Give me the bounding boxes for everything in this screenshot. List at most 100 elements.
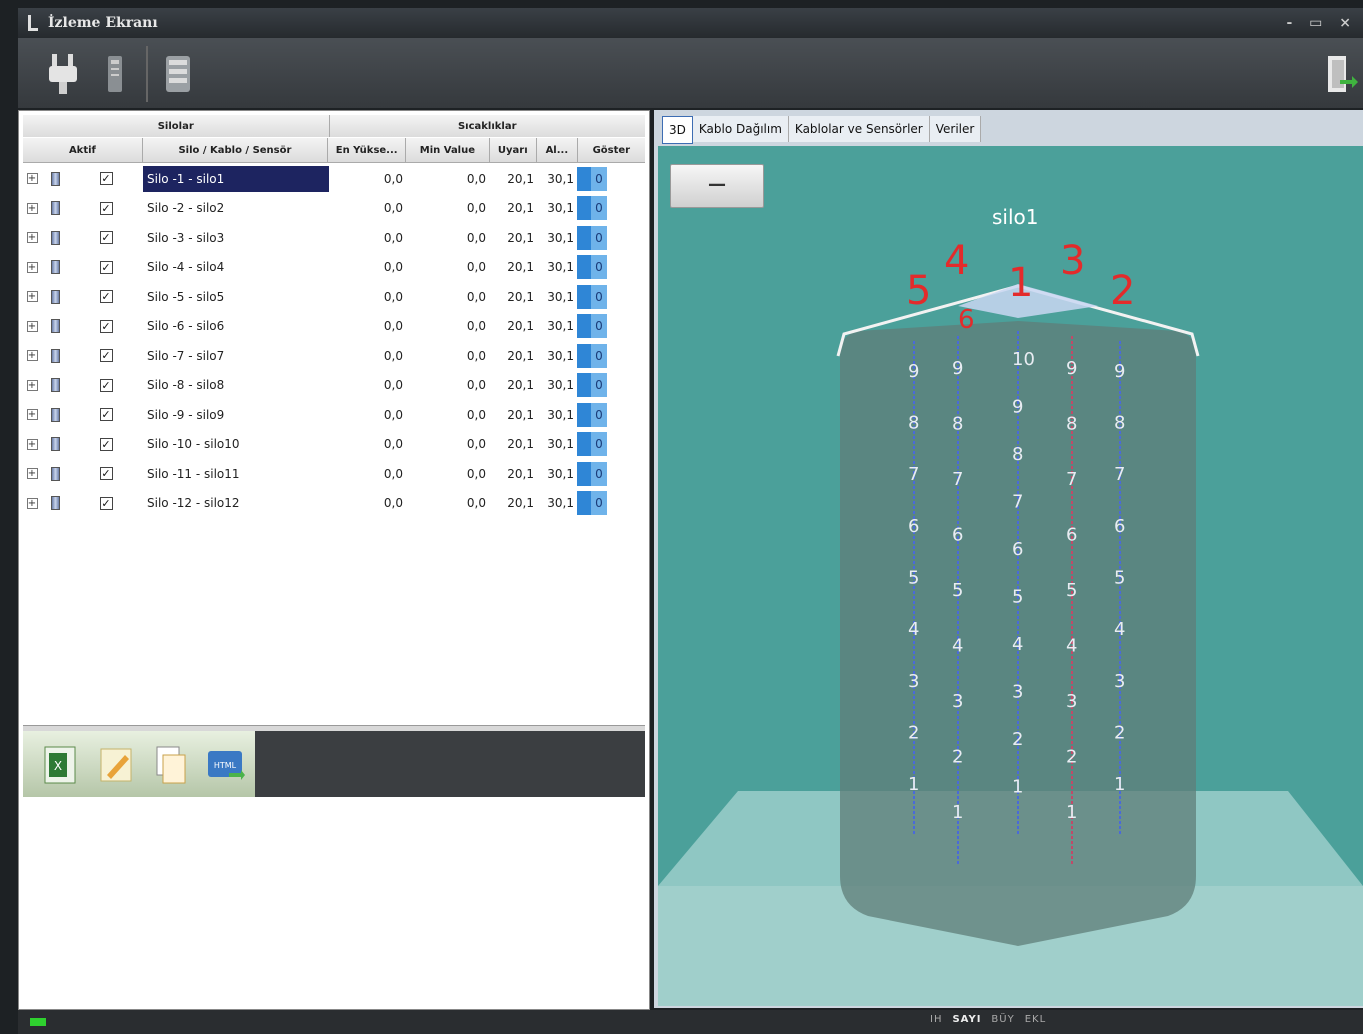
expand-plus-icon[interactable]: + — [26, 497, 38, 509]
show-cell[interactable]: 0 — [577, 196, 607, 221]
table-row[interactable]: + ✓ Silo -11 - silo11 0,0 0,0 20,1 30,1 0 — [23, 459, 645, 489]
col-max[interactable]: En Yükse... — [328, 138, 407, 162]
device-icon[interactable] — [96, 50, 136, 98]
silo-name-cell[interactable]: Silo -2 - silo2 — [143, 195, 329, 221]
html-export-icon[interactable]: HTML — [205, 743, 245, 787]
active-cell[interactable]: ✓ — [69, 437, 143, 451]
table-row[interactable]: + ✓ Silo -4 - silo4 0,0 0,0 20,1 30,1 0 — [23, 253, 645, 283]
expand-plus-icon[interactable]: + — [26, 438, 38, 450]
expand-cell[interactable]: + — [23, 202, 41, 214]
expand-plus-icon[interactable]: + — [26, 232, 38, 244]
tab-kablolar-sensorler[interactable]: Kablolar ve Sensörler — [788, 116, 930, 142]
col-min[interactable]: Min Value — [406, 138, 490, 162]
col-aktif[interactable]: Aktif — [23, 138, 143, 162]
silo-name-cell[interactable]: Silo -8 - silo8 — [143, 372, 329, 398]
active-cell[interactable]: ✓ — [69, 290, 143, 304]
silo-name-cell[interactable]: Silo -6 - silo6 — [143, 313, 329, 339]
expand-plus-icon[interactable]: + — [26, 468, 38, 480]
tab-kablo-dagilim[interactable]: Kablo Dağılım — [692, 116, 789, 142]
active-cell[interactable]: ✓ — [69, 319, 143, 333]
table-row[interactable]: + ✓ Silo -7 - silo7 0,0 0,0 20,1 30,1 0 — [23, 341, 645, 371]
silo-name-cell[interactable]: Silo -3 - silo3 — [143, 225, 329, 251]
show-cell[interactable]: 0 — [577, 225, 607, 250]
expand-cell[interactable]: + — [23, 232, 41, 244]
database-icon[interactable] — [158, 50, 198, 98]
show-cell[interactable]: 0 — [577, 284, 607, 309]
table-row[interactable]: + ✓ Silo -6 - silo6 0,0 0,0 20,1 30,1 0 — [23, 312, 645, 342]
col-alarm[interactable]: Al... — [537, 138, 578, 162]
tab-3d[interactable]: 3D — [662, 116, 693, 144]
show-cell[interactable]: 0 — [577, 255, 607, 280]
active-cell[interactable]: ✓ — [69, 378, 143, 392]
col-name[interactable]: Silo / Kablo / Sensör — [143, 138, 329, 162]
active-checkbox[interactable]: ✓ — [99, 290, 113, 304]
exit-door-icon[interactable] — [1318, 50, 1358, 98]
active-checkbox[interactable]: ✓ — [99, 378, 113, 392]
active-checkbox[interactable]: ✓ — [99, 496, 113, 510]
table-row[interactable]: + ✓ Silo -2 - silo2 0,0 0,0 20,1 30,1 0 — [23, 194, 645, 224]
silo-name-cell[interactable]: Silo -4 - silo4 — [143, 254, 329, 280]
show-cell[interactable]: 0 — [577, 402, 607, 427]
silo-name-cell[interactable]: Silo -1 - silo1 — [143, 165, 329, 192]
active-cell[interactable]: ✓ — [69, 260, 143, 274]
expand-cell[interactable]: + — [23, 379, 41, 391]
expand-cell[interactable]: + — [23, 497, 41, 509]
collapse-button[interactable]: — — [670, 164, 764, 208]
expand-cell[interactable]: + — [23, 261, 41, 273]
active-cell[interactable]: ✓ — [69, 231, 143, 245]
expand-plus-icon[interactable]: + — [26, 409, 38, 421]
show-cell[interactable]: 0 — [577, 432, 607, 457]
table-row[interactable]: + ✓ Silo -8 - silo8 0,0 0,0 20,1 30,1 0 — [23, 371, 645, 401]
silo-3d-view[interactable]: 9 8 7 6 5 4 3 2 1 9 8 7 6 5 4 3 2 1 10 9 8 7 6 5 4 3 2 1 9 8 7 6 5 4 3 2 1 9 8… — [658, 146, 1363, 1006]
col-goster[interactable]: Göster — [578, 138, 645, 162]
table-row[interactable]: + ✓ Silo -12 - silo12 0,0 0,0 20,1 30,1 0 — [23, 489, 645, 519]
expand-cell[interactable]: + — [23, 409, 41, 421]
edit-pencil-icon[interactable] — [97, 743, 137, 787]
silo-name-cell[interactable]: Silo -11 - silo11 — [143, 461, 329, 487]
expand-plus-icon[interactable]: + — [26, 202, 38, 214]
expand-plus-icon[interactable]: + — [26, 379, 38, 391]
silo-name-cell[interactable]: Silo -5 - silo5 — [143, 284, 329, 310]
window-controls[interactable]: - ▭ × — [1286, 8, 1357, 38]
expand-plus-icon[interactable]: + — [26, 173, 38, 185]
expand-cell[interactable]: + — [23, 350, 41, 362]
table-row[interactable]: + ✓ Silo -1 - silo1 0,0 0,0 20,1 30,1 0 — [23, 164, 645, 194]
active-checkbox[interactable]: ✓ — [99, 349, 113, 363]
active-cell[interactable]: ✓ — [69, 496, 143, 510]
connect-plug-icon[interactable] — [44, 50, 84, 98]
active-cell[interactable]: ✓ — [69, 172, 143, 186]
copy-document-icon[interactable] — [151, 743, 191, 787]
silo-name-cell[interactable]: Silo -12 - silo12 — [143, 490, 329, 516]
expand-cell[interactable]: + — [23, 320, 41, 332]
active-checkbox[interactable]: ✓ — [99, 260, 113, 274]
active-cell[interactable]: ✓ — [69, 408, 143, 422]
active-checkbox[interactable]: ✓ — [99, 408, 113, 422]
active-cell[interactable]: ✓ — [69, 201, 143, 215]
active-checkbox[interactable]: ✓ — [99, 231, 113, 245]
active-cell[interactable]: ✓ — [69, 467, 143, 481]
table-row[interactable]: + ✓ Silo -5 - silo5 0,0 0,0 20,1 30,1 0 — [23, 282, 645, 312]
active-checkbox[interactable]: ✓ — [99, 319, 113, 333]
show-cell[interactable]: 0 — [577, 343, 607, 368]
active-checkbox[interactable]: ✓ — [99, 201, 113, 215]
expand-cell[interactable]: + — [23, 438, 41, 450]
silo-name-cell[interactable]: Silo -10 - silo10 — [143, 431, 329, 457]
show-cell[interactable]: 0 — [577, 166, 607, 191]
active-checkbox[interactable]: ✓ — [99, 467, 113, 481]
show-cell[interactable]: 0 — [577, 373, 607, 398]
table-row[interactable]: + ✓ Silo -3 - silo3 0,0 0,0 20,1 30,1 0 — [23, 223, 645, 253]
tab-veriler[interactable]: Veriler — [929, 116, 982, 142]
silo-name-cell[interactable]: Silo -7 - silo7 — [143, 343, 329, 369]
expand-plus-icon[interactable]: + — [26, 350, 38, 362]
expand-cell[interactable]: + — [23, 291, 41, 303]
table-row[interactable]: + ✓ Silo -10 - silo10 0,0 0,0 20,1 30,1 0 — [23, 430, 645, 460]
expand-plus-icon[interactable]: + — [26, 261, 38, 273]
expand-plus-icon[interactable]: + — [26, 320, 38, 332]
active-checkbox[interactable]: ✓ — [99, 172, 113, 186]
expand-cell[interactable]: + — [23, 468, 41, 480]
silo-name-cell[interactable]: Silo -9 - silo9 — [143, 402, 329, 428]
col-uyari[interactable]: Uyarı — [490, 138, 538, 162]
active-checkbox[interactable]: ✓ — [99, 437, 113, 451]
excel-export-icon[interactable]: X — [41, 743, 81, 787]
active-cell[interactable]: ✓ — [69, 349, 143, 363]
